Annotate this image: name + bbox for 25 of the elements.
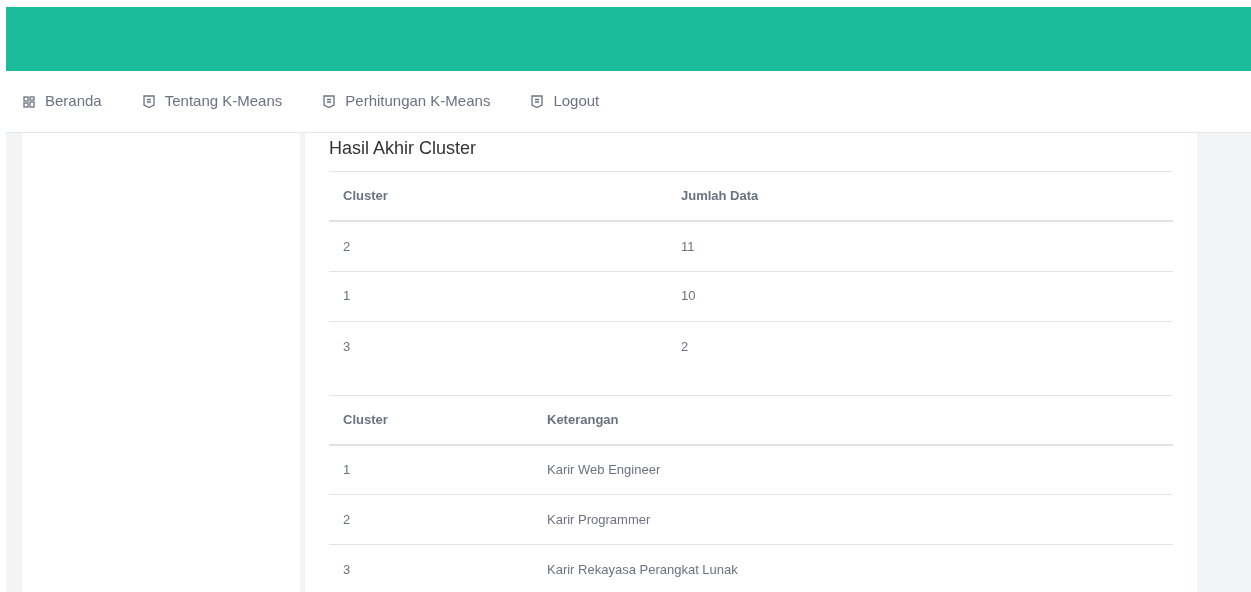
table-cell: Karir Web Engineer: [533, 444, 1173, 495]
table-cell: Karir Rekayasa Perangkat Lunak: [533, 544, 1173, 592]
nav-link[interactable]: Perhitungan K-Means: [323, 90, 491, 113]
document-icon: [323, 95, 336, 108]
table-cell: 10: [667, 271, 1173, 321]
table-cell: 1: [329, 271, 667, 321]
column-header: Cluster: [329, 395, 533, 445]
table-cell: 11: [667, 221, 1173, 271]
table-cell: 2: [329, 494, 533, 545]
section-title: Hasil Akhir Cluster: [329, 133, 1173, 172]
table-cell: Karir Programmer: [533, 494, 1173, 545]
table-cell: 3: [329, 321, 667, 371]
nav-link[interactable]: Logout: [531, 90, 600, 113]
column-header: Cluster: [329, 172, 667, 221]
document-icon: [142, 95, 155, 108]
nav-link[interactable]: Beranda: [23, 90, 102, 113]
table-cell: 2: [329, 221, 667, 271]
grid-icon: [23, 95, 35, 108]
column-header: Keterangan: [533, 395, 1173, 445]
table-cell: 1: [329, 444, 533, 495]
document-icon: [531, 95, 544, 108]
column-header: Jumlah Data: [667, 172, 1173, 221]
table-cell: 2: [667, 321, 1173, 371]
table-cell: 3: [329, 544, 533, 592]
nav-link[interactable]: Tentang K-Means: [142, 90, 283, 113]
